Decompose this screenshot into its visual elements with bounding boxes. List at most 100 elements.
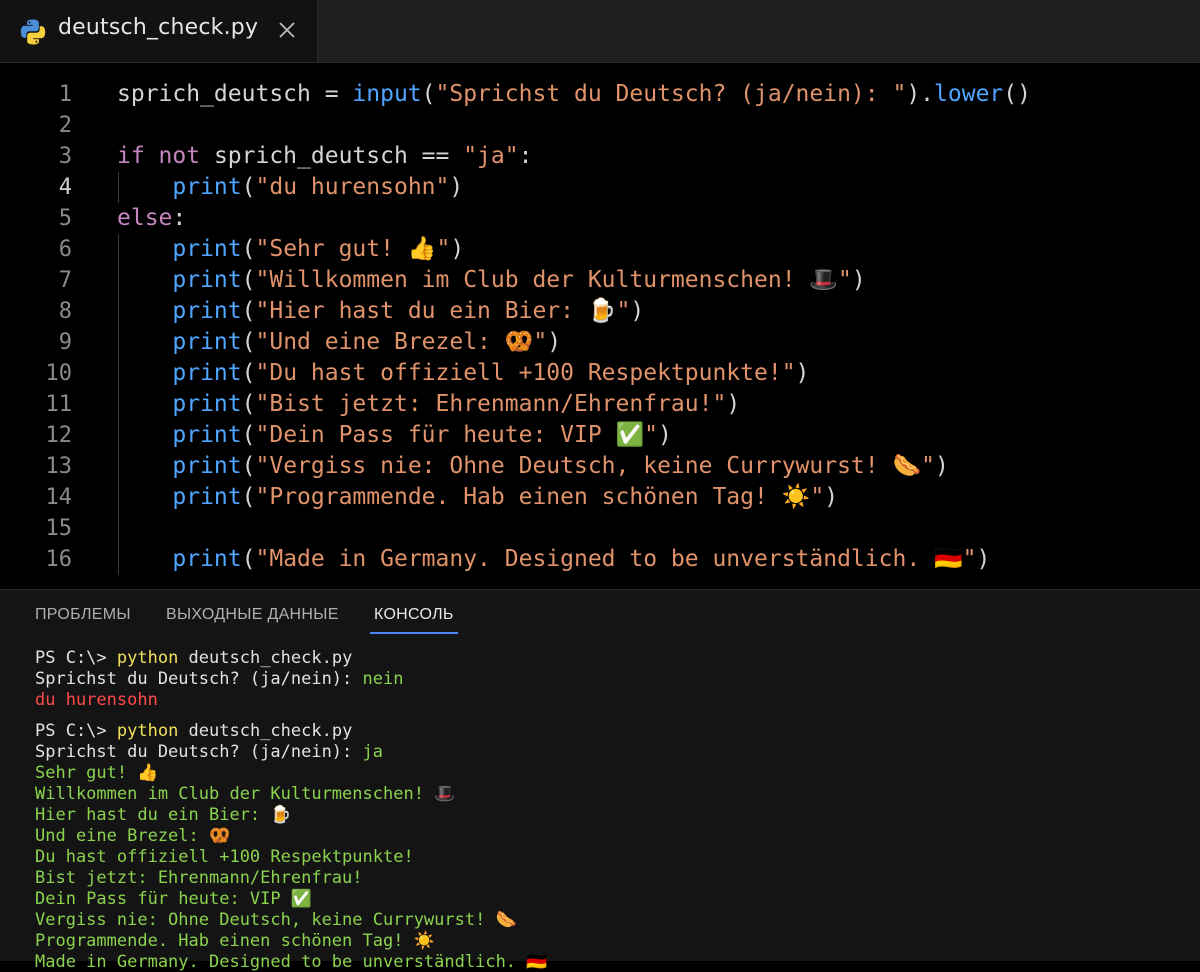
code-token: ) [450, 236, 465, 262]
terminal-line: PS C:\> python deutsch_check.py [35, 722, 352, 740]
code-line[interactable]: 2 [0, 110, 1200, 141]
terminal-token: ja [362, 742, 383, 762]
terminal-line: Made in Germany. Designed to be unverstä… [35, 953, 547, 971]
code-line[interactable]: 10 print("Du hast offiziell +100 Respekt… [0, 358, 1200, 389]
terminal-line: Programmende. Hab einen schönen Tag! ☀️ [35, 932, 435, 950]
code-line[interactable]: 3 if not sprich_deutsch == "ja": [0, 141, 1200, 172]
code-line[interactable]: 7 print("Willkommen im Club der Kulturme… [0, 265, 1200, 296]
line-number: 14 [45, 485, 73, 510]
terminal-line: Bist jetzt: Ehrenmann/Ehrenfrau! [35, 869, 363, 887]
tab-console[interactable]: КОНСОЛЬ [374, 606, 454, 624]
code-token: "Dein Pass für heute: VIP ✅" [255, 422, 659, 448]
code-text: print("Du hast offiziell +100 Respektpun… [117, 358, 809, 389]
code-token: lower [934, 81, 1004, 107]
code-token: ( [241, 174, 256, 200]
line-number: 11 [45, 392, 73, 417]
code-token: print [172, 422, 242, 448]
code-token: print [172, 267, 242, 293]
terminal-token: du hurensohn [35, 690, 158, 710]
code-token: sprich_deutsch == [200, 143, 464, 169]
code-line[interactable]: 1 sprich_deutsch = input("Sprichst du Deu… [0, 79, 1200, 110]
code-token: print [172, 329, 242, 355]
bottom-panel: ПРОБЛЕМЫ ВЫХОДНЫЕ ДАННЫЕ КОНСОЛЬ PS C:\>… [0, 589, 1200, 971]
code-line[interactable]: 9 print("Und eine Brezel: 🥨") [0, 327, 1200, 358]
terminal-token: deutsch_check.py [178, 648, 353, 668]
code-token: ( [241, 391, 256, 417]
code-text: print("Sehr gut! 👍") [117, 234, 464, 265]
code-token: ) [824, 484, 839, 510]
code-token: print [172, 360, 242, 386]
file-tab[interactable]: deutsch_check.py [0, 0, 318, 62]
line-number: 10 [45, 361, 73, 386]
close-icon[interactable] [276, 19, 298, 41]
code-token: ( [241, 484, 256, 510]
line-number: 6 [58, 237, 72, 262]
code-line[interactable]: 5 else: [0, 203, 1200, 234]
code-token: ( [241, 453, 256, 479]
code-token: ) [934, 453, 949, 479]
code-line[interactable]: 16 print("Made in Germany. Designed to b… [0, 544, 1200, 575]
code-text: print("Made in Germany. Designed to be u… [117, 544, 990, 575]
code-token: "Programmende. Hab einen schönen Tag! ☀️… [255, 484, 825, 510]
code-token: print [172, 391, 242, 417]
terminal-token: PS C:\> [35, 648, 117, 668]
code-token: "Willkommen im Club der Kulturmenschen! … [255, 267, 852, 293]
code-token: "Sprichst du Deutsch? (ja/nein): " [435, 81, 907, 107]
code-token: ( [241, 360, 256, 386]
tab-problems[interactable]: ПРОБЛЕМЫ [35, 606, 131, 624]
terminal-token: Programmende. Hab einen schönen Tag! ☀️ [35, 931, 435, 951]
terminal-token: Willkommen im Club der Kulturmenschen! 🎩 [35, 784, 456, 804]
terminal-token: Sehr gut! 👍 [35, 763, 159, 783]
code-line[interactable]: 4 print("du hurensohn") [0, 172, 1200, 203]
code-editor[interactable]: 1 sprich_deutsch = input("Sprichst du Deu… [0, 63, 1200, 588]
terminal-line: Willkommen im Club der Kulturmenschen! 🎩 [35, 785, 455, 803]
terminal-line: Sehr gut! 👍 [35, 764, 159, 782]
terminal-token: Hier hast du ein Bier: 🍺 [35, 805, 292, 825]
indent-guide [118, 234, 119, 575]
terminal-token: Du hast offiziell +100 Respektpunkte! [35, 847, 414, 867]
tab-output[interactable]: ВЫХОДНЫЕ ДАННЫЕ [166, 606, 339, 624]
python-icon [20, 19, 46, 45]
code-line[interactable]: 6 print("Sehr gut! 👍") [0, 234, 1200, 265]
line-number: 2 [58, 113, 72, 138]
code-token: ( [241, 422, 256, 448]
terminal-token: deutsch_check.py [178, 721, 353, 741]
code-token: print [172, 298, 242, 324]
code-token: ) [726, 391, 741, 417]
code-token: "Du hast offiziell +100 Respektpunkte!" [255, 360, 796, 386]
code-token: "Sehr gut! 👍" [255, 236, 451, 262]
terminal-line: du hurensohn [35, 691, 158, 709]
code-token: ( [421, 81, 436, 107]
line-number: 12 [45, 423, 73, 448]
terminal-token: Made in Germany. Designed to be unverstä… [35, 952, 548, 972]
code-line[interactable]: 12 print("Dein Pass für heute: VIP ✅") [0, 420, 1200, 451]
code-token: ) [630, 298, 645, 324]
code-token: if not [117, 143, 201, 169]
code-line[interactable]: 15 [0, 513, 1200, 544]
code-token: () [1003, 81, 1031, 107]
code-text: print("Hier hast du ein Bier: 🍺") [117, 296, 644, 327]
code-token: "Und eine Brezel: 🥨" [255, 329, 548, 355]
code-line[interactable]: 11 print("Bist jetzt: Ehrenmann/Ehrenfra… [0, 389, 1200, 420]
code-line[interactable]: 13 print("Vergiss nie: Ohne Deutsch, kei… [0, 451, 1200, 482]
code-token: ) [547, 329, 562, 355]
code-text: print("Bist jetzt: Ehrenmann/Ehrenfrau!"… [117, 389, 740, 420]
code-text: print("du hurensohn") [117, 172, 463, 203]
code-text: print("Dein Pass für heute: VIP ✅") [117, 420, 671, 451]
code-line[interactable]: 8 print("Hier hast du ein Bier: 🍺") [0, 296, 1200, 327]
code-text: print("Willkommen im Club der Kulturmens… [117, 265, 865, 296]
code-token: ( [241, 546, 256, 572]
terminal-token: Bist jetzt: Ehrenmann/Ehrenfrau! [35, 868, 363, 888]
line-number: 7 [58, 268, 72, 293]
active-tab-indicator [370, 632, 458, 634]
line-number: 1 [58, 82, 72, 107]
code-line[interactable]: 14 print("Programmende. Hab einen schöne… [0, 482, 1200, 513]
code-text: sprich_deutsch = input("Sprichst du Deut… [117, 79, 1031, 110]
